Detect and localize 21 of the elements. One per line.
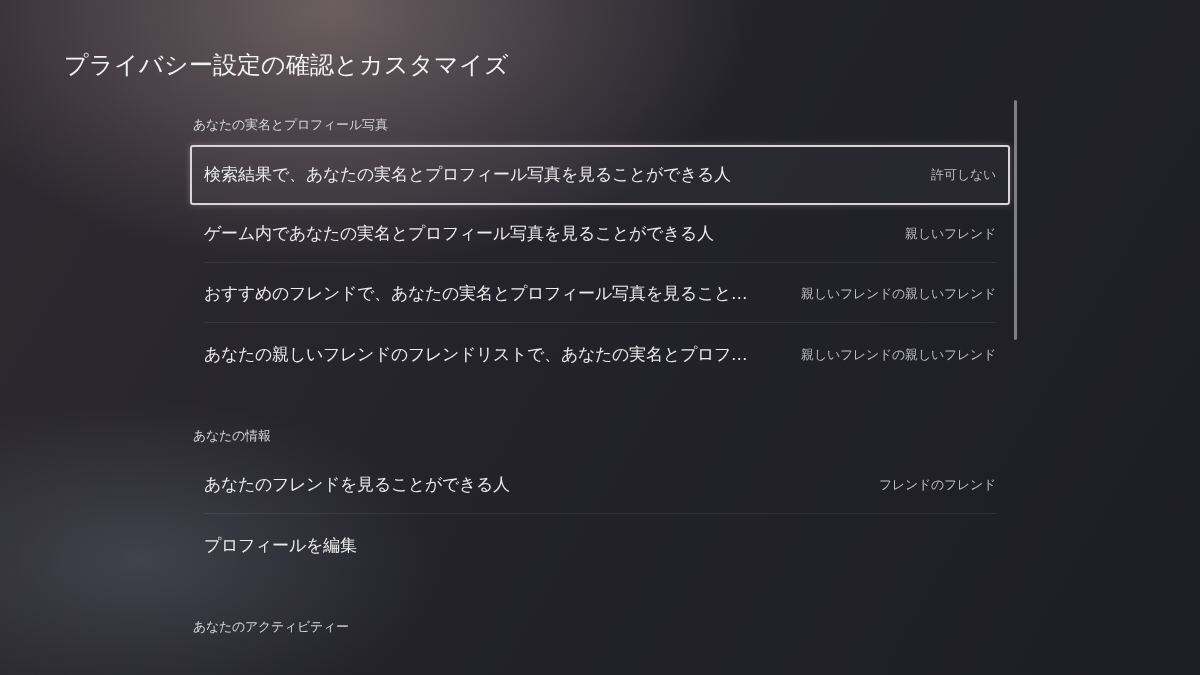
section-heading: あなたのアクティビティー	[193, 619, 350, 635]
setting-value: 許可しない	[931, 165, 996, 184]
setting-value: 親しいフレンド	[905, 225, 996, 244]
setting-label: ゲーム内であなたの実名とプロフィール写真を見ることができる人	[204, 223, 714, 246]
setting-row[interactable]: あなたのフレンドを見ることができる人 フレンドのフレンド	[190, 456, 1010, 516]
setting-label: あなたの親しいフレンドのフレンドリストで、あなたの実名とプロフ…	[204, 343, 748, 366]
setting-row[interactable]: プロフィールを編集	[190, 516, 1010, 576]
setting-label: 検索結果で、あなたの実名とプロフィール写真を見ることができる人	[204, 163, 731, 186]
section-heading: あなたの実名とプロフィール写真	[193, 117, 389, 133]
setting-row[interactable]: おすすめのフレンドで、あなたの実名とプロフィール写真を見ること… 親しいフレンドの親しいフレンド	[190, 265, 1010, 325]
setting-row[interactable]: 検索結果で、あなたの実名とプロフィール写真を見ることができる人 許可しない	[190, 145, 1010, 205]
setting-value: 親しいフレンドの親しいフレンド	[801, 285, 996, 304]
setting-value: 親しいフレンドの親しいフレンド	[801, 345, 996, 364]
setting-row[interactable]: ゲーム内であなたの実名とプロフィール写真を見ることができる人 親しいフレンド	[190, 205, 1010, 265]
setting-row[interactable]: あなたの親しいフレンドのフレンドリストで、あなたの実名とプロフ… 親しいフレンドの親しいフレンド	[190, 325, 1010, 385]
section-heading: あなたの情報	[193, 428, 272, 444]
setting-label: プロフィールを編集	[204, 534, 357, 557]
setting-label: あなたのフレンドを見ることができる人	[204, 474, 510, 497]
setting-label: おすすめのフレンドで、あなたの実名とプロフィール写真を見ること…	[204, 283, 748, 306]
setting-value: フレンドのフレンド	[879, 476, 996, 495]
page-title: プライバシー設定の確認とカスタマイズ	[64, 50, 510, 80]
